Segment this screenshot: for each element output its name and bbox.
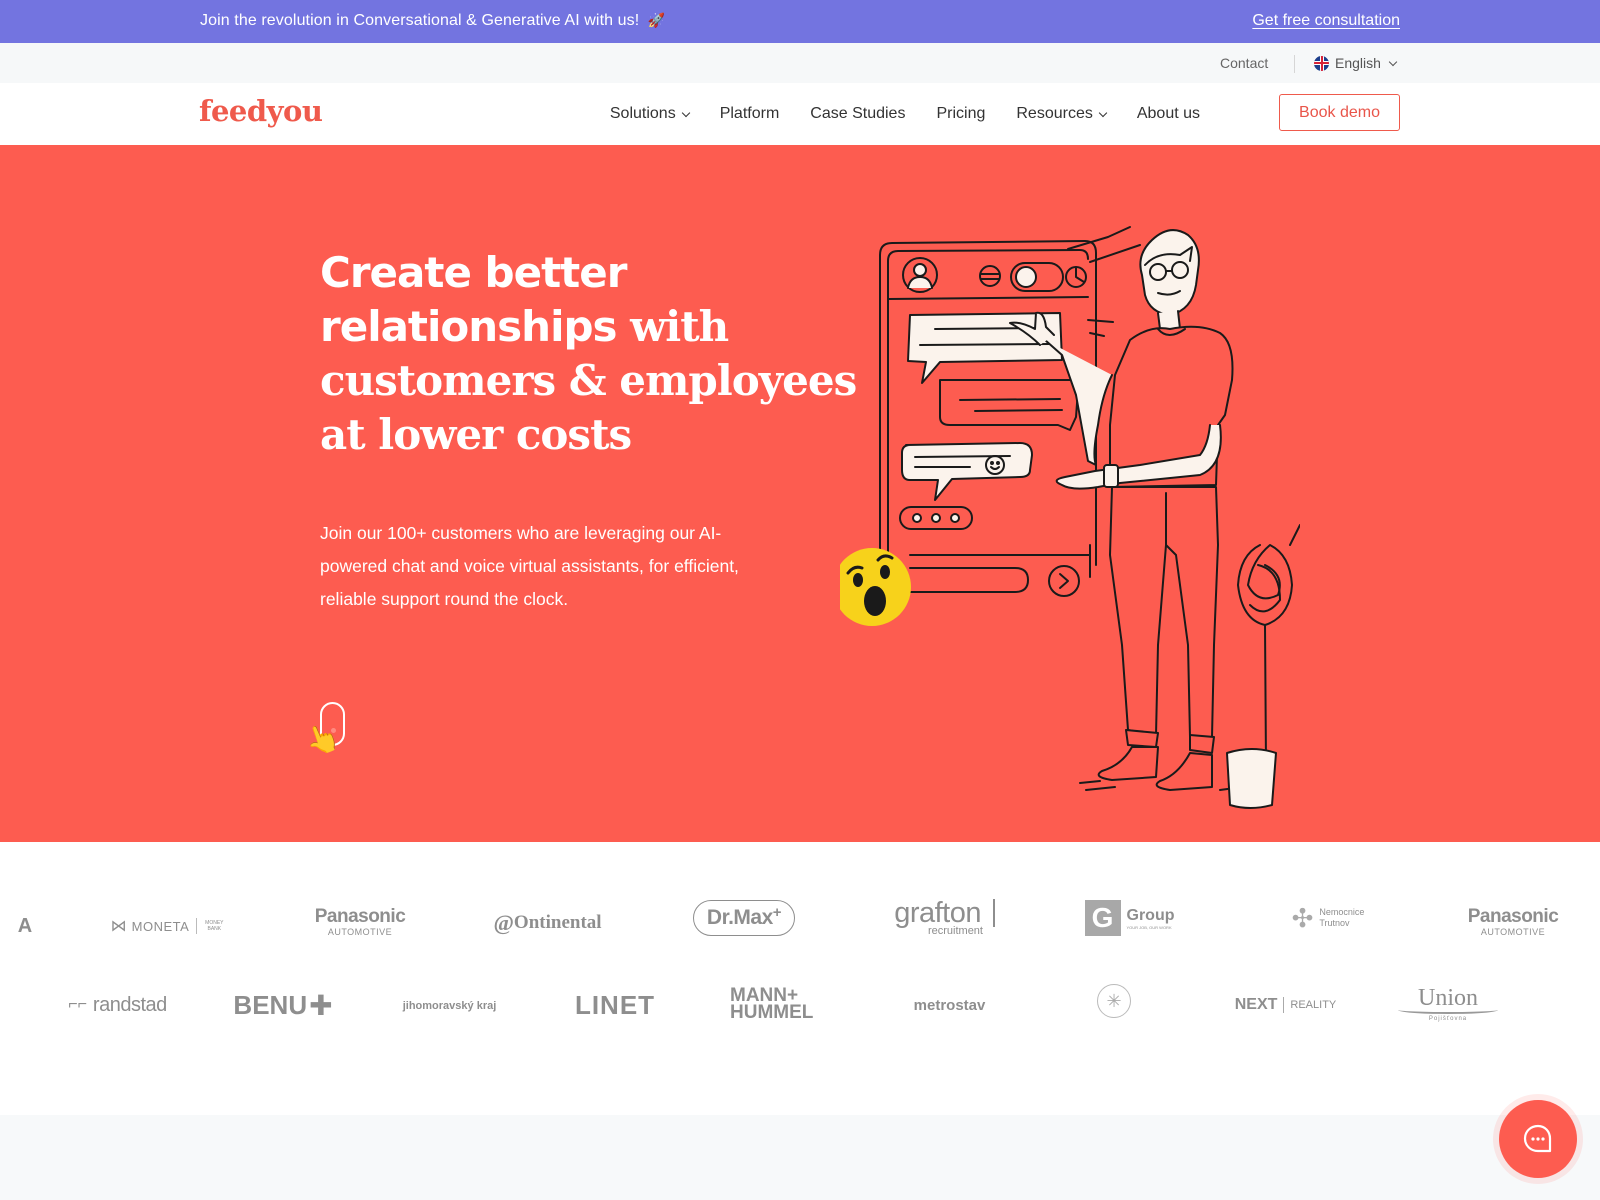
- nav-menu: Solutions Platform Case Studies Pricing …: [579, 83, 1200, 145]
- announcement-message: Join the revolution in Conversational & …: [200, 12, 666, 29]
- language-selector[interactable]: English: [1314, 55, 1398, 71]
- moneta-icon: ⋈: [110, 918, 127, 935]
- chat-bubble: [939, 379, 1079, 431]
- customer-logo: grafton recruitment: [880, 898, 995, 938]
- customer-logo: ⌐⌐ randstad: [68, 993, 167, 1016]
- union-swoosh: [1398, 1006, 1498, 1014]
- man-shoe: [1097, 746, 1159, 781]
- chat-launcher-button[interactable]: [1499, 1100, 1577, 1178]
- hero-section: Create better relationships with custome…: [0, 145, 1600, 842]
- customer-logos-section: A ⋈ MONETA MONEY BANK Panasonic AUTOMOTI…: [0, 842, 1600, 1115]
- customer-logo: G Group YOUR JOB, OUR WORK: [1082, 900, 1177, 936]
- nav-item-resources[interactable]: Resources: [1016, 105, 1108, 123]
- next-section: [0, 1115, 1600, 1200]
- hero-headline: Create better relationships with custome…: [320, 248, 857, 459]
- customer-logo: @ Ontinental: [493, 910, 602, 935]
- plant: [1237, 544, 1293, 626]
- contact-link[interactable]: Contact: [1220, 55, 1268, 71]
- customer-logo: MANN+ HUMMEL: [730, 985, 814, 1023]
- book-demo-button[interactable]: Book demo: [1279, 94, 1400, 131]
- randstad-icon: ⌐⌐: [68, 996, 87, 1013]
- nav-item-solutions[interactable]: Solutions: [610, 105, 690, 123]
- customer-logo: Dr.Max +: [693, 900, 795, 936]
- nav-item-pricing[interactable]: Pricing: [936, 105, 985, 123]
- rocket-icon: 🚀: [647, 12, 666, 28]
- chat-bubble: [901, 442, 1033, 501]
- customer-logo: Panasonic AUTOMOTIVE: [314, 906, 406, 938]
- man-pants: [1109, 486, 1219, 738]
- chevron-down-icon: [681, 108, 690, 117]
- continental-ring-icon: @: [493, 910, 514, 935]
- uk-flag-icon: [1314, 55, 1329, 71]
- customer-logo: Panasonic AUTOMOTIVE: [1467, 906, 1559, 938]
- customer-logo: BENU ✚: [233, 989, 333, 1021]
- customer-logo: Union Pojišťovna: [1393, 980, 1503, 1028]
- customer-logo: NEXT REALITY: [1234, 996, 1337, 1013]
- gi-group-icon: G: [1084, 900, 1121, 936]
- hospital-icon: ✣: [1291, 902, 1314, 933]
- customer-logo: jihomoravský kraj: [402, 1000, 497, 1012]
- send-icon: [1048, 565, 1080, 597]
- wristwatch: [1103, 464, 1119, 488]
- hero-subtext: Join our 100+ customers who are leveragi…: [320, 523, 739, 609]
- customer-logo: metrostav: [913, 996, 986, 1014]
- divider: [1294, 55, 1295, 73]
- brand-logo[interactable]: feedyou: [199, 94, 323, 128]
- get-free-consultation-link[interactable]: Get free consultation: [1252, 12, 1400, 30]
- announcement-bar: Join the revolution in Conversational & …: [0, 0, 1600, 43]
- language-label: English: [1335, 55, 1381, 71]
- nav-item-platform[interactable]: Platform: [720, 105, 780, 123]
- hero-illustration: [840, 226, 1300, 809]
- customer-logo: ✳: [1097, 984, 1131, 1018]
- customer-logo: ✣ Nemocnice Trutnov: [1291, 902, 1365, 933]
- main-navigation: feedyou Solutions Platform Case Studies …: [0, 83, 1600, 145]
- man-shoe: [1155, 752, 1213, 791]
- plant-pot: [1226, 748, 1277, 809]
- chevron-down-icon: [1388, 57, 1398, 66]
- police-star-icon: ✳: [1106, 990, 1122, 1011]
- chat-bubble-icon: [1523, 1124, 1552, 1153]
- benu-cross-icon: ✚: [309, 989, 333, 1021]
- customer-logo: ⋈ MONETA MONEY BANK: [110, 918, 224, 935]
- customer-logo: LINET: [574, 989, 656, 1020]
- utility-bar: Contact English: [0, 43, 1600, 83]
- chevron-down-icon: [1098, 108, 1108, 117]
- nav-item-case-studies[interactable]: Case Studies: [810, 105, 905, 123]
- nav-item-about-us[interactable]: About us: [1137, 105, 1200, 123]
- customer-logo: A: [17, 914, 33, 937]
